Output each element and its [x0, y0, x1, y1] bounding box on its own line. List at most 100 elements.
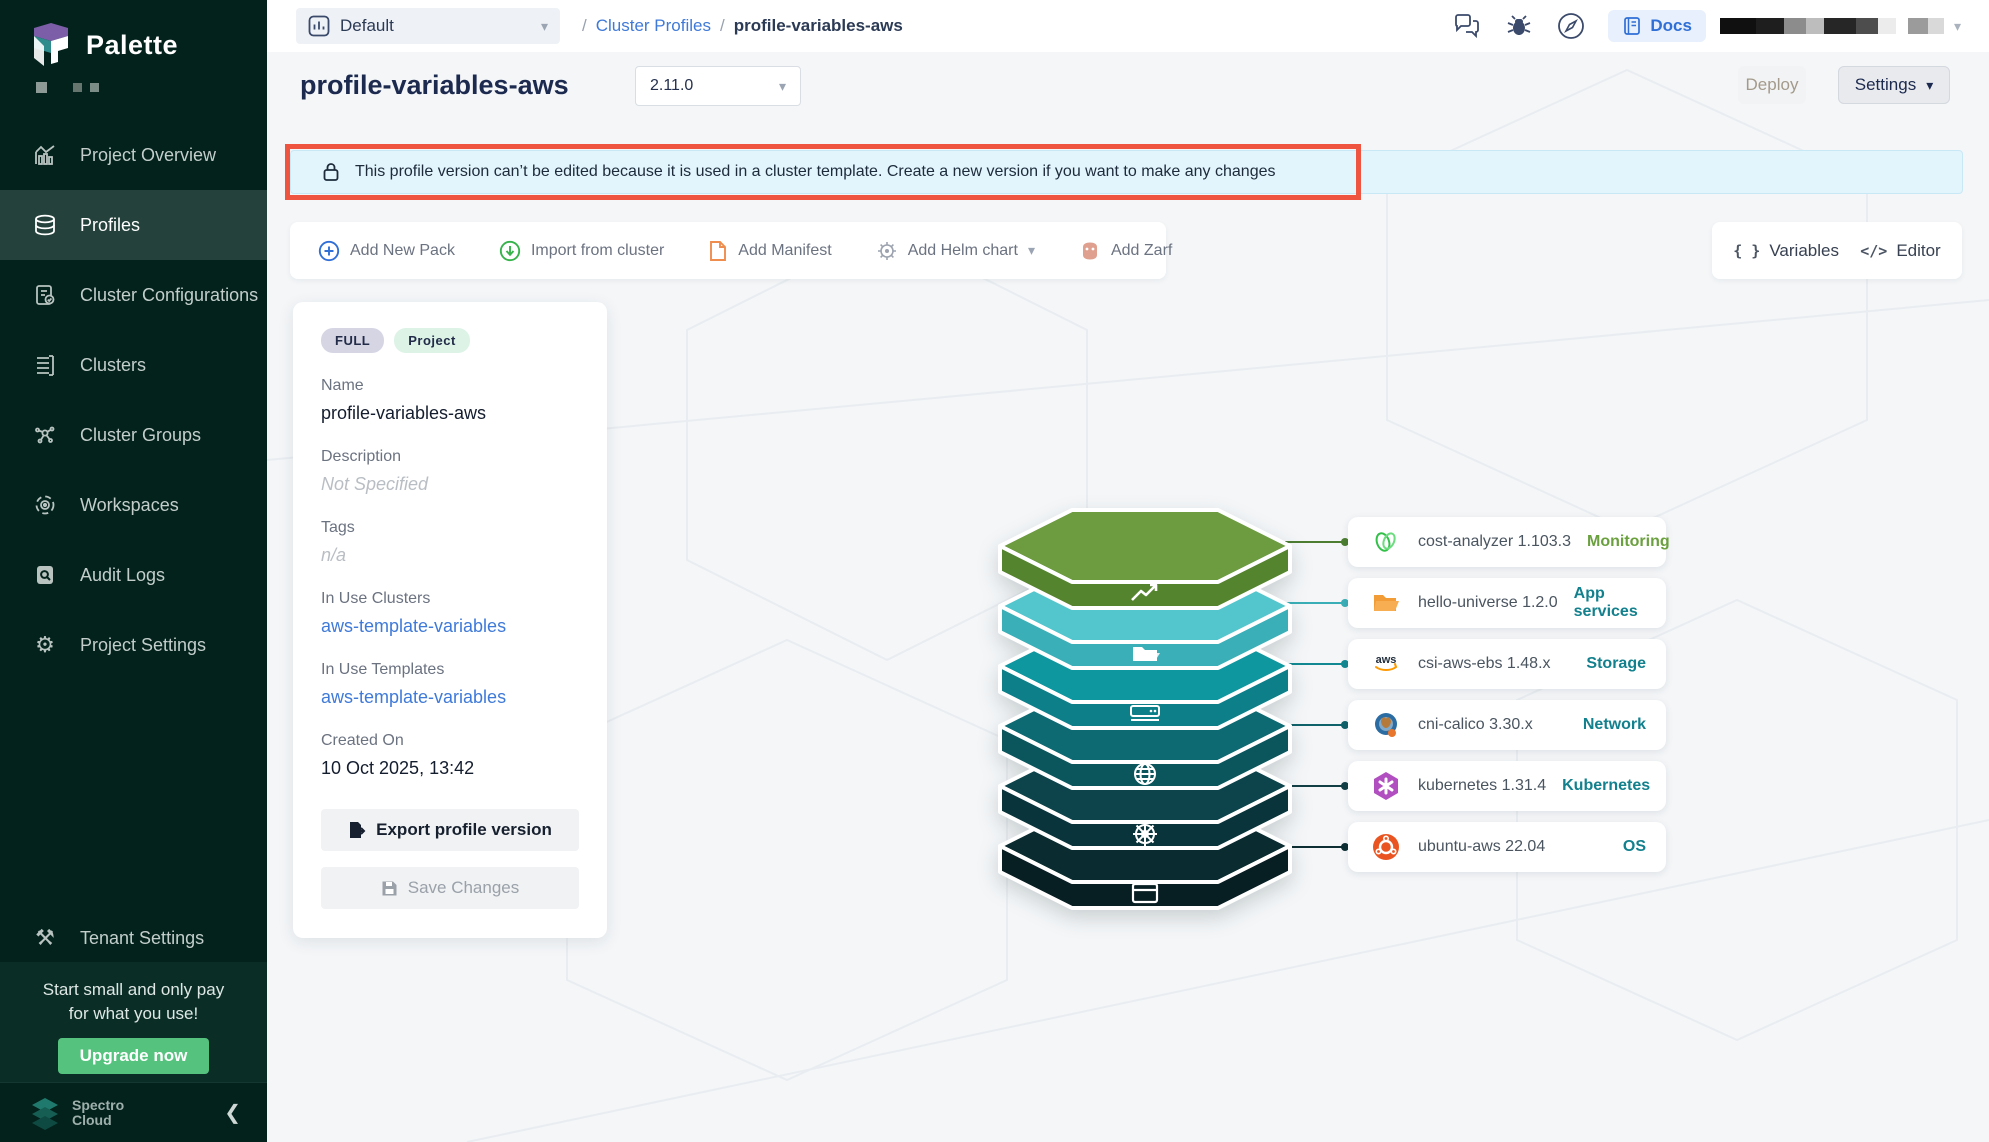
- pack-row-ubuntu-aws[interactable]: ubuntu-aws 22.04 OS: [1348, 822, 1666, 872]
- aws-icon: aws: [1370, 648, 1402, 680]
- pack-row-hello-universe[interactable]: hello-universe 1.2.0 App services: [1348, 578, 1666, 628]
- compass-icon[interactable]: [1556, 11, 1586, 41]
- project-selector[interactable]: Default ▾: [296, 8, 560, 44]
- file-icon: [708, 240, 728, 262]
- breadcrumb-separator: /: [582, 16, 587, 36]
- file-export-icon: [348, 821, 366, 839]
- chevron-down-icon: ▾: [541, 18, 548, 35]
- sidebar-collapse-chevron-icon[interactable]: ❮: [224, 1100, 241, 1125]
- sidebar: Palette Project Overview Profiles: [0, 0, 267, 1142]
- gear-icon: [32, 632, 58, 658]
- import-from-cluster-button[interactable]: Import from cluster: [499, 240, 664, 262]
- deploy-button[interactable]: Deploy: [1738, 66, 1806, 104]
- calico-icon: [1370, 709, 1402, 741]
- add-zarf-button[interactable]: Add Zarf: [1079, 241, 1172, 261]
- sidebar-item-project-overview[interactable]: Project Overview: [0, 120, 267, 190]
- sidebar-footer: Spectro Cloud ❮: [0, 1082, 267, 1142]
- field-created-on: Created On 10 Oct 2025, 13:42: [321, 732, 579, 779]
- pack-row-cni-calico[interactable]: cni-calico 3.30.x Network: [1348, 700, 1666, 750]
- bug-icon[interactable]: [1504, 11, 1534, 41]
- sidebar-item-cluster-configurations[interactable]: Cluster Configurations: [0, 260, 267, 330]
- circle-down-arrow-icon: [499, 240, 521, 262]
- bar-chart-icon: [32, 142, 58, 168]
- ubuntu-icon: [1370, 831, 1402, 863]
- sidebar-item-audit-logs[interactable]: Audit Logs: [0, 540, 267, 610]
- chat-icon[interactable]: [1452, 11, 1482, 41]
- project-chart-icon: [308, 15, 330, 37]
- pack-row-csi-aws-ebs[interactable]: aws csi-aws-ebs 1.48.x Storage: [1348, 639, 1666, 689]
- redacted-user-info[interactable]: [1720, 18, 1944, 34]
- banner-text: This profile version can’t be edited bec…: [355, 163, 1276, 181]
- stack-layer-monitoring[interactable]: [1000, 510, 1290, 608]
- profile-scope-badge: Project: [394, 328, 470, 353]
- sidebar-item-project-settings[interactable]: Project Settings: [0, 610, 267, 680]
- sidebar-nav: Project Overview Profiles Cluster Config…: [0, 120, 267, 680]
- profile-type-badge: FULL: [321, 328, 384, 353]
- layers-icon: [32, 212, 58, 238]
- save-icon: [381, 880, 398, 897]
- logo-text: Palette: [86, 30, 178, 61]
- pack-category: Network: [1583, 716, 1646, 734]
- version-selector[interactable]: 2.11.0 ▾: [635, 66, 801, 106]
- sidebar-item-clusters[interactable]: Clusters: [0, 330, 267, 400]
- docs-button[interactable]: Docs: [1608, 10, 1706, 42]
- docs-label: Docs: [1650, 16, 1692, 36]
- project-selector-value: Default: [340, 16, 541, 36]
- add-manifest-button[interactable]: Add Manifest: [708, 240, 831, 262]
- sidebar-item-label: Profiles: [80, 215, 140, 236]
- sidebar-item-label: Workspaces: [80, 495, 179, 516]
- pack-row-kubernetes[interactable]: kubernetes 1.31.4 Kubernetes: [1348, 761, 1666, 811]
- field-description: Description Not Specified: [321, 448, 579, 495]
- tools-icon: [32, 925, 58, 951]
- in-use-cluster-link[interactable]: aws-template-variables: [321, 616, 579, 637]
- spectro-cloud-logo-icon: [28, 1096, 62, 1130]
- sidebar-item-cluster-groups[interactable]: Cluster Groups: [0, 400, 267, 470]
- doc-check-icon: [32, 282, 58, 308]
- view-toggle-card: { } Variables </> Editor: [1712, 222, 1962, 279]
- user-menu-chevron-icon[interactable]: ▾: [1954, 18, 1961, 35]
- page-title: profile-variables-aws: [300, 70, 569, 101]
- breadcrumb-separator: /: [720, 16, 725, 36]
- field-in-use-clusters: In Use Clusters aws-template-variables: [321, 590, 579, 637]
- upgrade-now-button[interactable]: Upgrade now: [58, 1038, 210, 1074]
- breadcrumb-current: profile-variables-aws: [734, 16, 903, 36]
- readonly-notice-banner: This profile version can’t be edited bec…: [290, 150, 1963, 194]
- profile-layer-stack: [995, 500, 1295, 920]
- top-bar-actions: Docs ▾: [1452, 0, 1989, 52]
- server-icon: [32, 352, 58, 378]
- breadcrumb-link-cluster-profiles[interactable]: Cluster Profiles: [596, 16, 711, 36]
- braces-icon: { }: [1733, 242, 1760, 260]
- profile-info-card: FULL Project Name profile-variables-aws …: [293, 302, 607, 938]
- add-new-pack-button[interactable]: Add New Pack: [318, 240, 455, 262]
- circle-plus-icon: [318, 240, 340, 262]
- breadcrumb: / Cluster Profiles / profile-variables-a…: [582, 0, 903, 52]
- kubernetes-icon: [1370, 770, 1402, 802]
- book-icon: [1622, 16, 1642, 36]
- main-area: Default ▾ / Cluster Profiles / profile-v…: [267, 0, 1989, 1142]
- export-profile-version-button[interactable]: Export profile version: [321, 809, 579, 851]
- settings-button[interactable]: Settings ▾: [1838, 66, 1950, 104]
- spectro-cloud-wordmark: Spectro Cloud: [72, 1098, 124, 1128]
- sidebar-item-label: Clusters: [80, 355, 146, 376]
- add-helm-chart-button[interactable]: Add Helm chart ▾: [876, 240, 1035, 262]
- kubecost-icon: [1370, 526, 1402, 558]
- chevron-down-icon: ▾: [1926, 77, 1933, 94]
- helm-wheel-icon: [1133, 822, 1157, 846]
- promo-text-line1: Start small and only pay: [0, 978, 267, 1002]
- helm-chart-icon: [876, 240, 898, 262]
- nodes-icon: [32, 422, 58, 448]
- pack-category: Storage: [1586, 655, 1646, 673]
- editor-button[interactable]: </> Editor: [1860, 241, 1941, 261]
- save-changes-button[interactable]: Save Changes: [321, 867, 579, 909]
- pack-row-cost-analyzer[interactable]: cost-analyzer 1.103.3 Monitoring: [1348, 517, 1666, 567]
- sidebar-item-label: Tenant Settings: [80, 928, 204, 949]
- sidebar-item-workspaces[interactable]: Workspaces: [0, 470, 267, 540]
- pack-category: App services: [1574, 585, 1646, 621]
- variables-button[interactable]: { } Variables: [1733, 241, 1839, 261]
- svg-text:aws: aws: [1376, 654, 1397, 666]
- in-use-template-link[interactable]: aws-template-variables: [321, 687, 579, 708]
- top-bar: Default ▾ / Cluster Profiles / profile-v…: [267, 0, 1989, 52]
- orbit-icon: [32, 492, 58, 518]
- sidebar-item-profiles[interactable]: Profiles: [0, 190, 267, 260]
- sidebar-item-label: Project Settings: [80, 635, 206, 656]
